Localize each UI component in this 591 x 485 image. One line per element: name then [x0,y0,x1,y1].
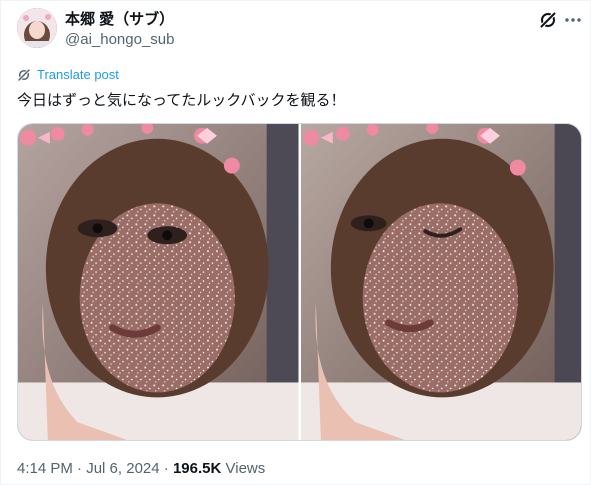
selfie-photo-icon [18,124,299,440]
author-display-name[interactable]: 本郷 愛（サブ） [65,11,174,29]
photo-2[interactable] [300,124,581,440]
views-count: 196.5K [172,460,222,477]
post-time: 4:14 PM [17,460,73,477]
more-dots-icon[interactable] [563,10,583,30]
translate-label: Translate post [37,67,119,82]
selfie-wink-photo-icon [300,124,581,440]
translate-icon [18,69,30,81]
avatar-photo-icon [17,8,57,48]
meta-separator-2: · [163,460,169,477]
grok-icon[interactable] [538,10,558,30]
translate-post-button[interactable]: Translate post [17,67,119,83]
author-handle[interactable]: @ai_hongo_sub [65,31,174,49]
views-label: Views [225,460,266,477]
post-date: Jul 6, 2024 [86,460,160,477]
post-card: 本郷 愛（サブ） @ai_hongo_sub Translate post 今日… [0,0,591,485]
post-text: 今日はずっと気になってたルックバックを観る！ [17,92,346,109]
meta-separator: · [77,460,83,477]
author-avatar[interactable] [17,8,57,48]
media-grid [17,123,582,441]
post-time-link[interactable]: 4:14 PM · Jul 6, 2024 [17,460,160,477]
photo-1[interactable] [18,124,299,440]
post-metadata: 4:14 PM · Jul 6, 2024 · 196.5K Views [17,460,265,478]
